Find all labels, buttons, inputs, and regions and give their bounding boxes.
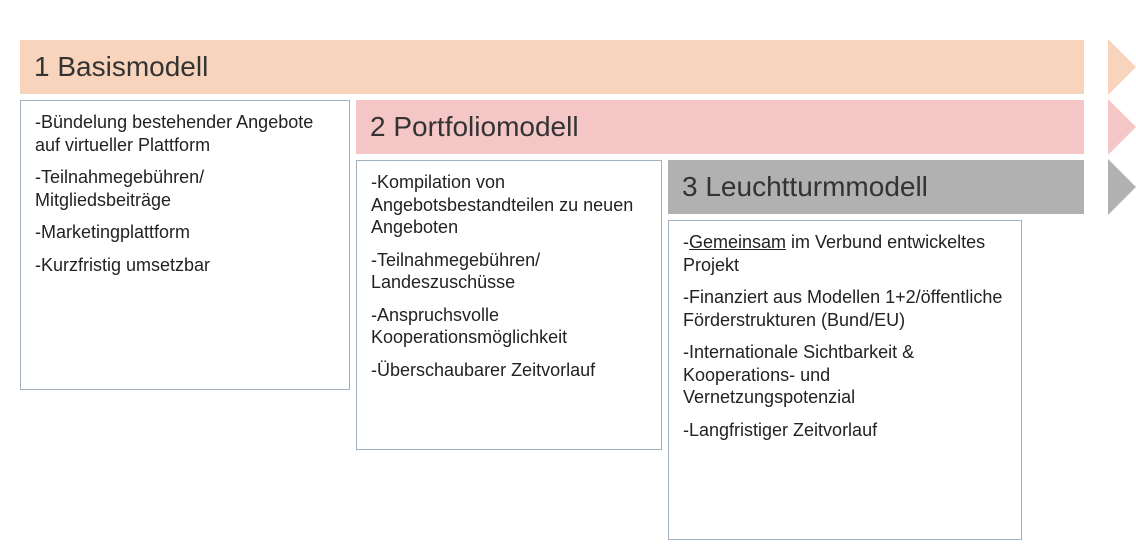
content-box-basismodell: -Bündelung bestehender Angebote auf virt… — [20, 100, 350, 390]
list-item: -Internationale Sichtbarkeit & Kooperati… — [683, 341, 1007, 409]
band-body-2: 2 Portfoliomodell — [356, 100, 1084, 154]
content-box-portfoliomodell: -Kompilation von Angebotsbestandteilen z… — [356, 160, 662, 450]
arrow-head-icon — [1108, 159, 1136, 215]
list-item: -Teilnahmegebühren/ Landeszuschüsse — [371, 249, 647, 294]
list-item: -Marketingplattform — [35, 221, 335, 244]
list-item: -Bündelung bestehender Angebote auf virt… — [35, 111, 335, 156]
band-body-1: 1 Basismodell — [20, 40, 1084, 94]
band-body-3: 3 Leuchtturmmodell — [668, 160, 1084, 214]
band-title-1: 1 Basismodell — [20, 51, 208, 83]
arrow-head-icon — [1108, 39, 1136, 95]
item-underline: Gemeinsam — [689, 232, 786, 252]
list-item: -Kompilation von Angebotsbestandteilen z… — [371, 171, 647, 239]
list-item: -Anspruchsvolle Kooperationsmöglichkeit — [371, 304, 647, 349]
arrow-band-basismodell: 1 Basismodell — [20, 40, 1110, 94]
list-item: -Finanziert aus Modellen 1+2/öffentliche… — [683, 286, 1007, 331]
content-box-leuchtturmmodell: -Gemeinsam im Verbund entwickeltes Proje… — [668, 220, 1022, 540]
arrow-head-icon — [1108, 99, 1136, 155]
list-item: -Kurzfristig umsetzbar — [35, 254, 335, 277]
list-item: -Gemeinsam im Verbund entwickeltes Proje… — [683, 231, 1007, 276]
list-item: -Langfristiger Zeitvorlauf — [683, 419, 1007, 442]
list-item: -Teilnahmegebühren/ Mitgliedsbeiträge — [35, 166, 335, 211]
list-item: -Überschaubarer Zeitvorlauf — [371, 359, 647, 382]
band-title-3: 3 Leuchtturmmodell — [668, 171, 928, 203]
band-title-2: 2 Portfoliomodell — [356, 111, 579, 143]
